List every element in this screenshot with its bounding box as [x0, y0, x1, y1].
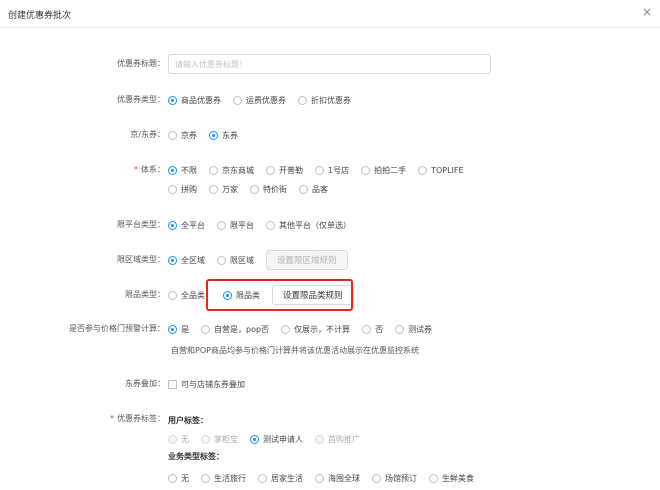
- radio-system-kepler[interactable]: 开普勒: [266, 162, 303, 178]
- radio-limit-platform[interactable]: 限平台: [217, 217, 254, 233]
- radio-user-tag-zhangguibao[interactable]: 掌柜宝: [201, 431, 238, 447]
- coupon-type-label: 优惠券类型：: [117, 95, 165, 104]
- radio-discount-coupon[interactable]: 折扣优惠券: [298, 92, 351, 108]
- dialog-header: 创建优惠券批次 ×: [0, 0, 660, 28]
- coupon-title-label: 优惠券标题：: [117, 59, 165, 68]
- row-platform: 限平台类型： 全平台 限平台 其他平台（仅单选）: [0, 217, 660, 233]
- radio-price-yes[interactable]: 是: [168, 321, 189, 337]
- region-label: 限区域类型：: [117, 255, 165, 264]
- category-label: 限品类型：: [125, 290, 165, 299]
- radio-biz-tag-home[interactable]: 居家生活: [258, 470, 303, 486]
- radio-system-pinke[interactable]: 品客: [299, 181, 328, 197]
- row-jing-dong: 京/东券： 京券 东券: [0, 127, 660, 143]
- radio-biz-tag-venue[interactable]: 场馆预订: [372, 470, 417, 486]
- radio-dong-coupon[interactable]: 东券: [209, 127, 238, 143]
- system-label: * 体系：: [134, 165, 165, 174]
- radio-biz-tag-global[interactable]: 海囤全球: [315, 470, 360, 486]
- row-user-tags: 无 掌柜宝 测试申请人 首购推广: [0, 431, 660, 447]
- row-coupon-tags: * 优惠券标签：: [0, 411, 660, 427]
- radio-user-tag-none[interactable]: 无: [168, 431, 189, 447]
- dialog-title: 创建优惠券批次: [8, 11, 72, 21]
- stacking-label: 东券叠加：: [125, 379, 165, 388]
- radio-system-wanjia[interactable]: 万家: [209, 181, 238, 197]
- radio-system-tejiajie[interactable]: 特价街: [250, 181, 287, 197]
- radio-all-region[interactable]: 全区域: [168, 252, 205, 268]
- highlight-box: [206, 279, 353, 311]
- radio-price-self-yes-pop-no[interactable]: 自营是，pop否: [201, 321, 269, 337]
- radio-price-test[interactable]: 测试券: [395, 321, 432, 337]
- radio-all-platform[interactable]: 全平台: [168, 217, 205, 233]
- close-icon[interactable]: ×: [640, 5, 654, 19]
- radio-user-tag-test-applicant[interactable]: 测试申请人: [250, 431, 303, 447]
- radio-system-toplife[interactable]: TOPLIFE: [418, 162, 464, 178]
- radio-system-jd-mall[interactable]: 京东商城: [209, 162, 254, 178]
- radio-user-tag-first-purchase[interactable]: 首购推广: [315, 431, 360, 447]
- radio-system-unlimited[interactable]: 不限: [168, 162, 197, 178]
- radio-limit-region[interactable]: 限区域: [217, 252, 254, 268]
- row-coupon-type: 优惠券类型： 商品优惠券 运费优惠券 折扣优惠券: [0, 92, 660, 108]
- radio-system-pingou[interactable]: 拼购: [168, 181, 197, 197]
- price-calc-label: 是否参与价格门预警计算：: [69, 324, 165, 333]
- jing-dong-label: 京/东券：: [130, 130, 165, 139]
- row-stacking: 东券叠加： 可与店铺东券叠加: [0, 376, 660, 392]
- row-region: 限区域类型： 全区域 限区域 设置限区域规则: [0, 250, 660, 270]
- user-tags-title: 用户标签：: [168, 416, 208, 425]
- radio-system-paipai[interactable]: 拍拍二手: [361, 162, 406, 178]
- coupon-tags-label: * 优惠券标签：: [110, 414, 165, 423]
- radio-other-platform[interactable]: 其他平台（仅单选）: [266, 217, 351, 233]
- radio-all-category[interactable]: 全品类: [168, 287, 205, 303]
- radio-biz-tag-fresh-food[interactable]: 生鲜美食: [429, 470, 474, 486]
- price-calc-note: 自营和POP商品均参与价格门计算并将该优惠活动展示在优惠监控系统: [171, 346, 419, 355]
- biz-tags-title: 业务类型标签：: [168, 452, 224, 461]
- radio-price-display-only[interactable]: 仅展示，不计算: [281, 321, 350, 337]
- radio-system-yhd[interactable]: 1号店: [315, 162, 349, 178]
- row-system-2: 拼购 万家 特价街 品客: [0, 181, 660, 197]
- platform-label: 限平台类型：: [117, 220, 165, 229]
- radio-biz-tag-travel[interactable]: 生活旅行: [201, 470, 246, 486]
- set-region-rule-button[interactable]: 设置限区域规则: [266, 250, 348, 270]
- checkbox-shop-stacking[interactable]: 可与店铺东券叠加: [168, 376, 245, 392]
- radio-jing-coupon[interactable]: 京券: [168, 127, 197, 143]
- radio-price-no[interactable]: 否: [362, 321, 383, 337]
- row-price-calc: 是否参与价格门预警计算： 是 自营是，pop否 仅展示，不计算 否 测试券: [0, 321, 660, 337]
- coupon-title-input[interactable]: [168, 54, 491, 74]
- radio-goods-coupon[interactable]: 商品优惠券: [168, 92, 221, 108]
- radio-freight-coupon[interactable]: 运费优惠券: [233, 92, 286, 108]
- row-biz-tags: 无 生活旅行 居家生活 海囤全球 场馆预订 生鲜美食: [0, 470, 660, 486]
- row-system: * 体系： 不限 京东商城 开普勒 1号店 拍拍二手 TOPLIFE: [0, 162, 660, 178]
- radio-biz-tag-none[interactable]: 无: [168, 470, 189, 486]
